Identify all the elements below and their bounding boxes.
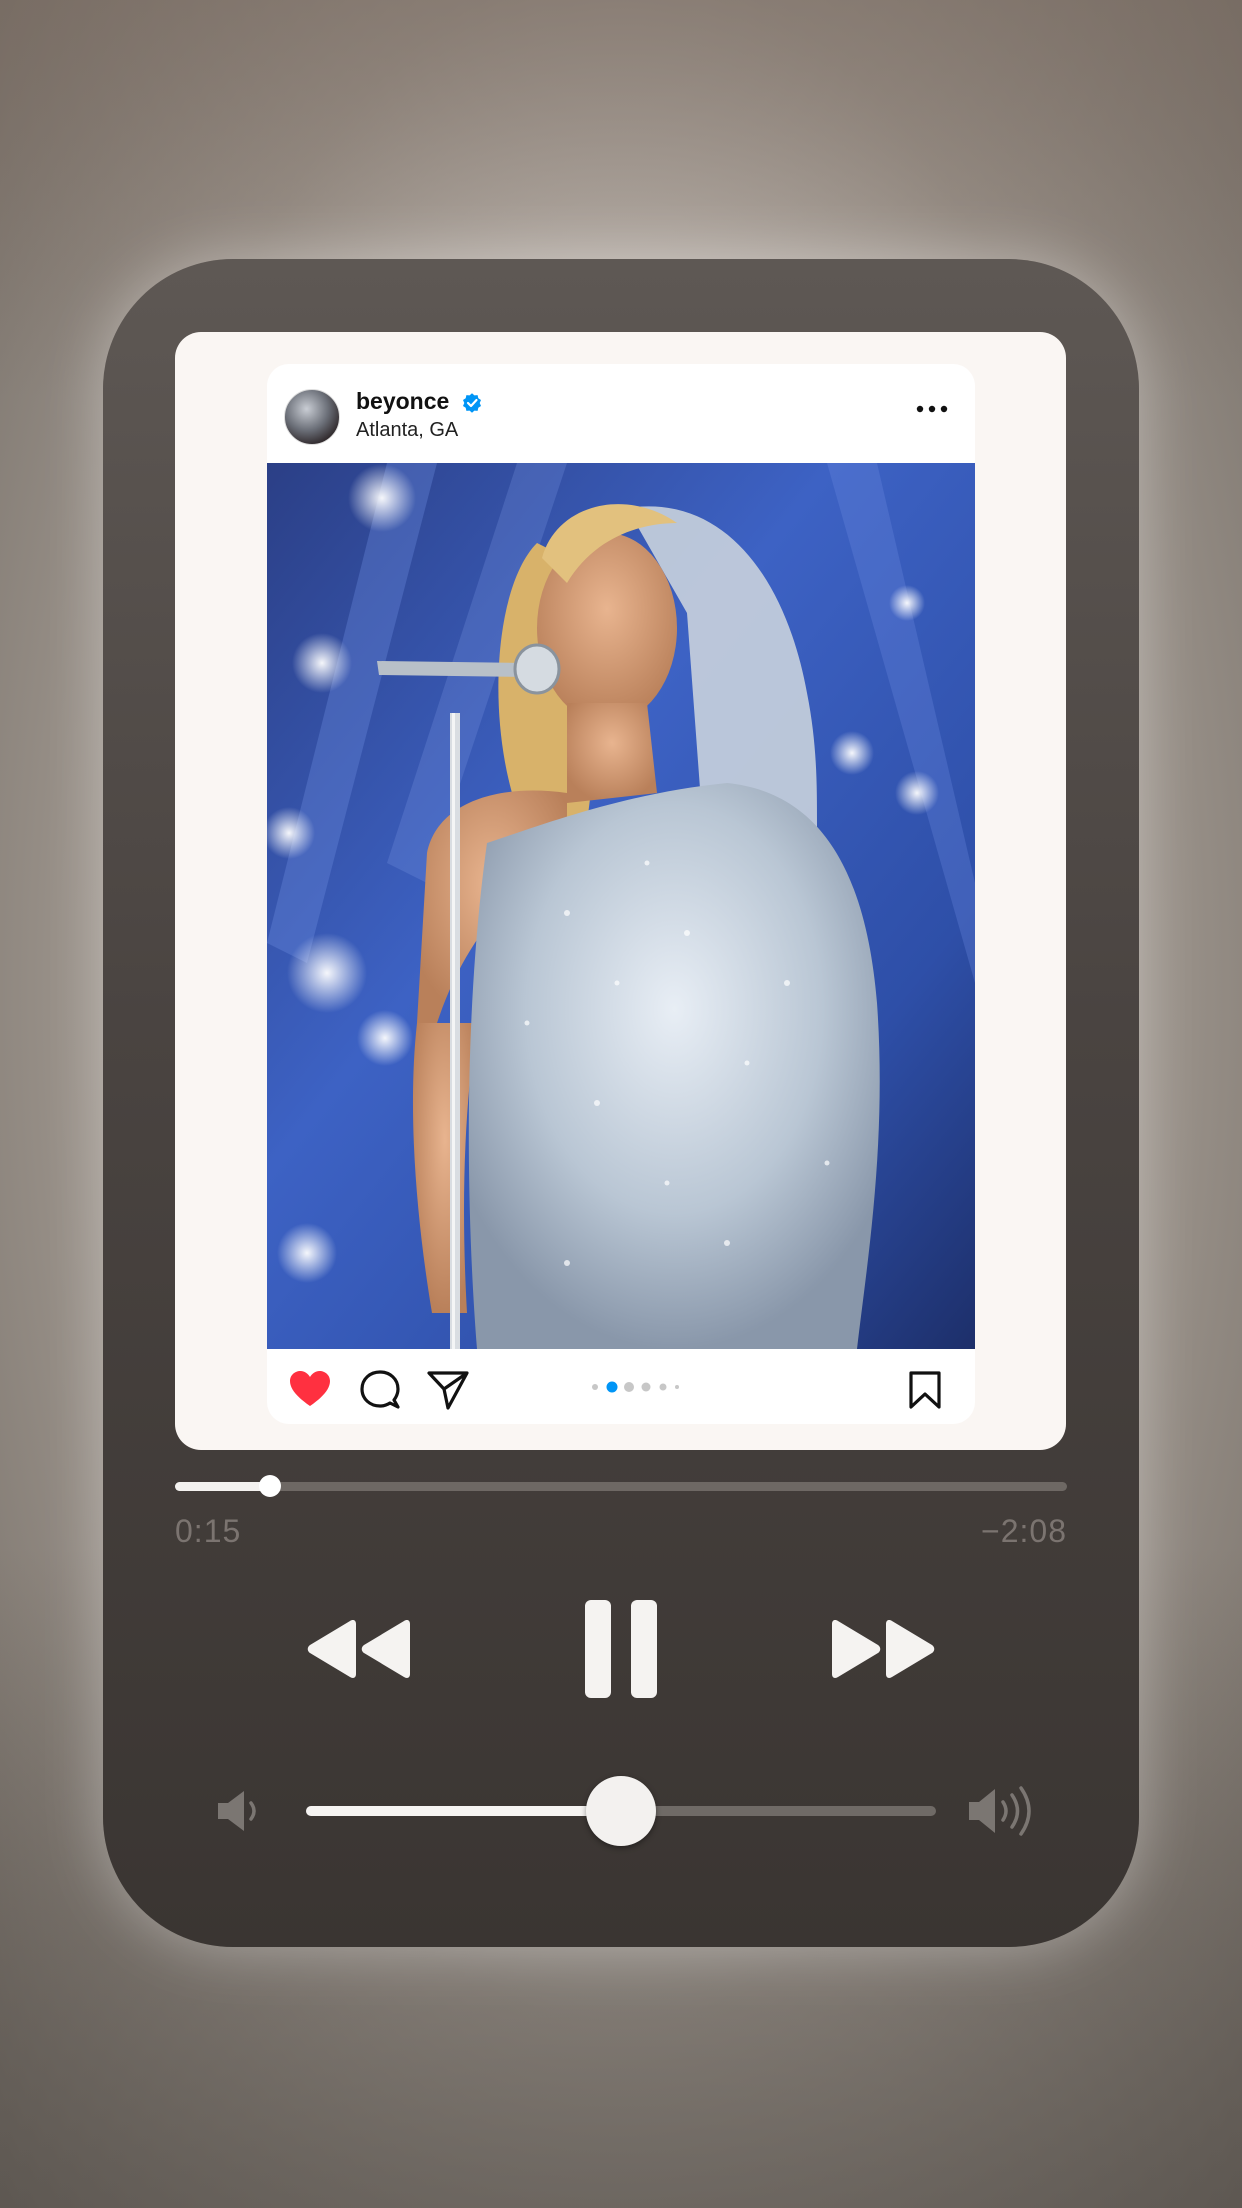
- post-actions-bar: [267, 1349, 975, 1424]
- volume-slider-fill: [306, 1806, 621, 1816]
- volume-slider-knob[interactable]: [586, 1776, 656, 1846]
- concert-photo-image: [267, 463, 975, 1349]
- playback-progress-bar[interactable]: [175, 1475, 1067, 1497]
- fast-forward-icon[interactable]: [828, 1618, 936, 1680]
- volume-slider[interactable]: [306, 1776, 936, 1846]
- username[interactable]: beyonce: [356, 388, 449, 415]
- playback-progress-fill: [175, 1482, 271, 1491]
- post-location[interactable]: Atlanta, GA: [356, 419, 458, 442]
- comment-icon[interactable]: [360, 1370, 400, 1410]
- volume-high-icon: [969, 1786, 1031, 1836]
- rewind-icon[interactable]: [306, 1618, 414, 1680]
- verified-badge-icon: [463, 393, 481, 413]
- avatar[interactable]: [284, 389, 340, 445]
- heart-icon[interactable]: [289, 1370, 331, 1408]
- post-header: beyonce Atlanta, GA: [267, 364, 975, 464]
- instagram-post: beyonce Atlanta, GA: [267, 364, 975, 1424]
- elapsed-time: 0:15: [175, 1513, 242, 1549]
- bookmark-icon[interactable]: [908, 1370, 942, 1410]
- post-photo[interactable]: [267, 463, 975, 1349]
- pause-icon[interactable]: [583, 1598, 659, 1700]
- more-options-icon[interactable]: [915, 402, 949, 416]
- carousel-indicator: [592, 1381, 679, 1393]
- remaining-time: −2:08: [981, 1513, 1067, 1549]
- send-icon[interactable]: [427, 1370, 469, 1410]
- volume-low-icon: [218, 1791, 256, 1831]
